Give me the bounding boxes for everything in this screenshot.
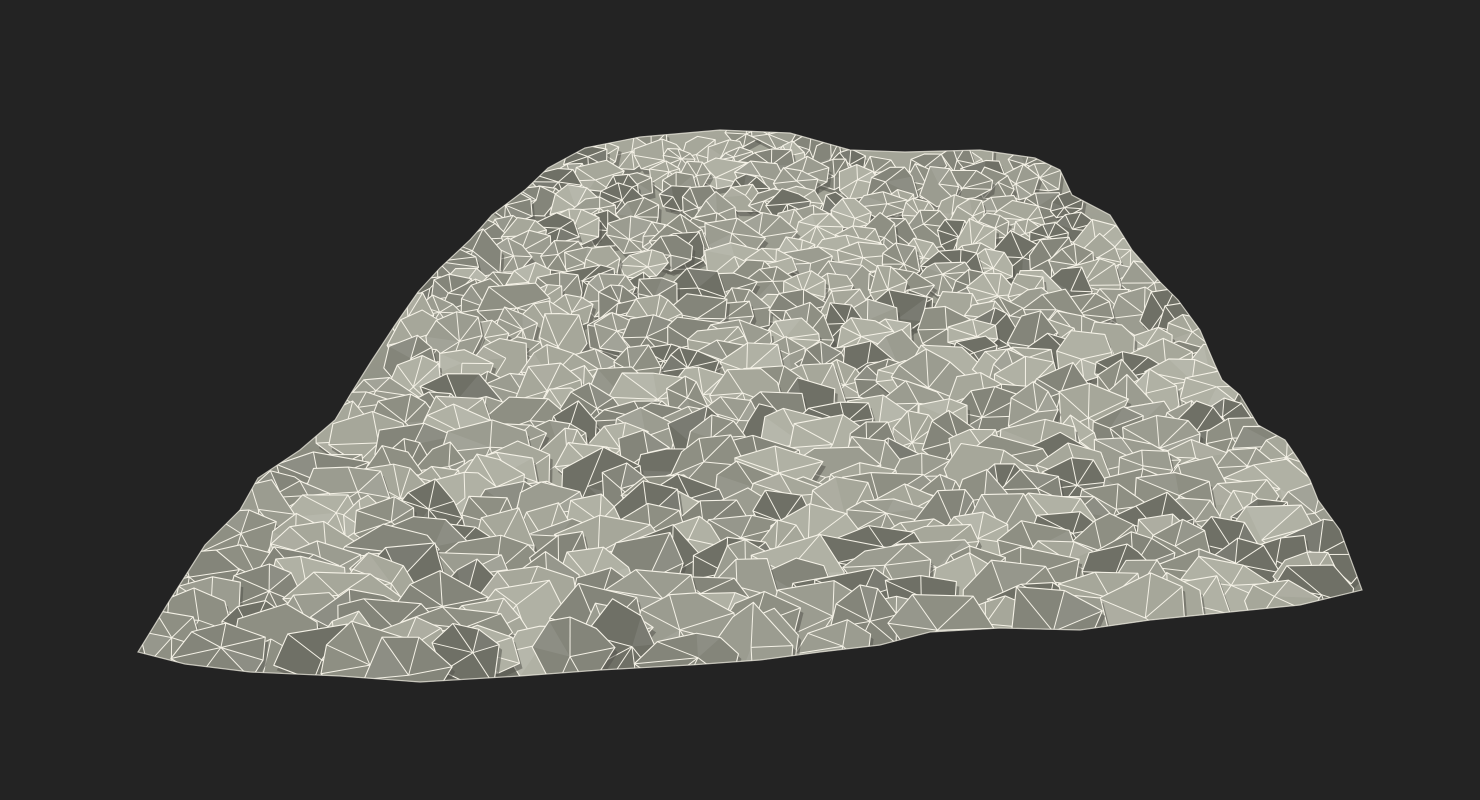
- wire-edge: [1154, 266, 1171, 284]
- wire-edge: [1032, 631, 1054, 662]
- wire-edge: [443, 229, 471, 241]
- wire-edge: [835, 646, 844, 679]
- render-viewport: [0, 0, 1480, 800]
- wire-edge: [416, 260, 438, 262]
- rock-pile-render: [137, 129, 1363, 683]
- wire-edge: [1145, 617, 1187, 648]
- wire-edge: [181, 552, 190, 578]
- wire-edge: [496, 189, 506, 206]
- wire-edge: [489, 196, 506, 206]
- wire-edge: [1011, 631, 1054, 636]
- wire-edge: [865, 421, 868, 441]
- rock-pile: [137, 129, 1363, 683]
- facet-highlight: [444, 230, 471, 245]
- wire-edge: [1168, 624, 1174, 657]
- wire-edge: [775, 249, 777, 262]
- wire-edge: [1314, 491, 1357, 514]
- wire-edge: [436, 241, 445, 262]
- wire-edge: [622, 336, 647, 339]
- wire-edge: [1052, 631, 1081, 663]
- wire-edge: [936, 629, 959, 666]
- wire-edge: [856, 164, 858, 180]
- rock-faces: [138, 130, 1362, 682]
- wire-edge: [160, 563, 190, 578]
- wire-edge: [634, 216, 659, 218]
